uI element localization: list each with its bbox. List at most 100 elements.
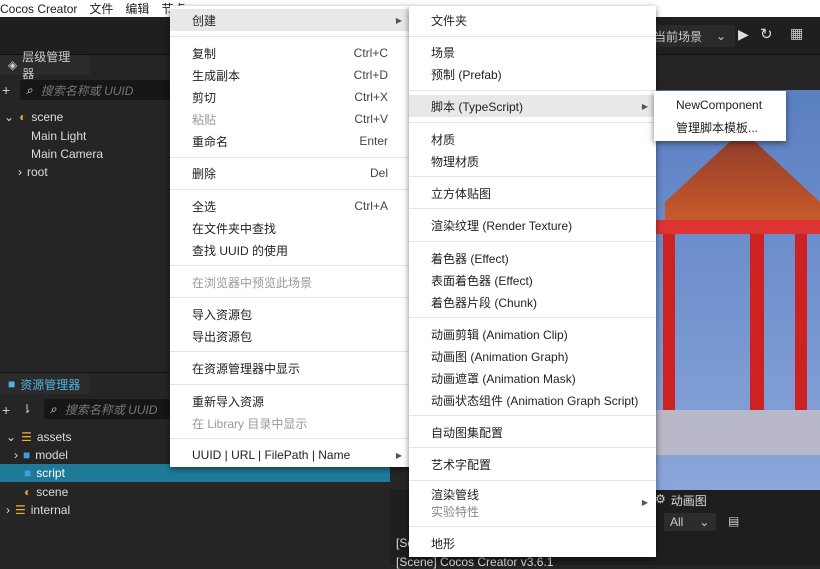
- menu-item-show-library[interactable]: 在 Library 目录中显示: [170, 412, 410, 434]
- tree-item-assets[interactable]: ⌄ ☰ assets: [6, 428, 72, 446]
- menu-file[interactable]: 文件: [89, 0, 113, 17]
- tree-label: scene: [31, 110, 64, 124]
- menu-item-surface-effect[interactable]: 表面着色器 (Effect): [409, 269, 656, 291]
- label: UUID | URL | FilePath | Name: [192, 448, 351, 462]
- layers-icon: ◈: [8, 58, 18, 72]
- tree-item-model[interactable]: › ■ model: [14, 446, 68, 464]
- app-title: Cocos Creator: [0, 1, 78, 16]
- menu-item-chunk[interactable]: 着色器片段 (Chunk): [409, 291, 656, 313]
- menu-item-find-uuid[interactable]: 查找 UUID 的使用: [170, 239, 410, 261]
- database-icon: ☰: [15, 503, 26, 517]
- refresh-icon[interactable]: ↻: [760, 25, 773, 43]
- folder-icon: ■: [8, 377, 16, 391]
- menu-item-paste[interactable]: 粘贴 Ctrl+V: [170, 108, 410, 130]
- menu-item-physics-material[interactable]: 物理材质: [409, 150, 656, 172]
- label: 重命名: [192, 134, 229, 149]
- tree-item-internal[interactable]: › ☰ internal: [6, 501, 70, 519]
- label: NewComponent: [676, 98, 763, 112]
- label: 渲染纹理 (Render Texture): [431, 218, 573, 233]
- tree-label: scene: [36, 485, 69, 499]
- menu-item-label-atlas[interactable]: 艺术字配置: [409, 453, 656, 475]
- menu-item-find-in-folder[interactable]: 在文件夹中查找: [170, 217, 410, 239]
- label: 生成副本: [192, 68, 241, 83]
- label: 全选: [192, 199, 217, 214]
- tree-item-root[interactable]: › root: [18, 163, 48, 181]
- menu-item-prefab[interactable]: 预制 (Prefab): [409, 63, 656, 85]
- shortcut: Ctrl+V: [354, 112, 388, 126]
- shortcut: Enter: [359, 134, 388, 148]
- play-icon[interactable]: ▶: [738, 26, 749, 43]
- menu-item-select-all[interactable]: 全选 Ctrl+A: [170, 195, 410, 217]
- label: 着色器片段 (Chunk): [431, 295, 538, 310]
- scene-viewport[interactable]: [655, 90, 820, 490]
- menu-item-material[interactable]: 材质: [409, 128, 656, 150]
- tree-item-scene[interactable]: ⌄ ◐ scene: [4, 108, 63, 126]
- sort-icon[interactable]: ⇂: [22, 402, 32, 416]
- label: 复制: [192, 46, 217, 61]
- tree-item-main-camera[interactable]: Main Camera: [31, 145, 103, 163]
- menu-item-cut[interactable]: 剪切 Ctrl+X: [170, 86, 410, 108]
- log-filter-select[interactable]: All ⌄: [664, 513, 716, 531]
- label: 动画图 (Animation Graph): [431, 349, 569, 364]
- menu-item-auto-atlas[interactable]: 自动图集配置: [409, 421, 656, 443]
- menu-item-import-package[interactable]: 导入资源包: [170, 303, 410, 325]
- search-icon: ⌕: [50, 401, 57, 416]
- menu-item-export-package[interactable]: 导出资源包: [170, 325, 410, 347]
- shortcut: Ctrl+D: [353, 68, 388, 82]
- scene-icon: ◐: [19, 110, 27, 124]
- tab-animation-graph[interactable]: ⚙ 动画图: [655, 492, 707, 509]
- tab-assets[interactable]: ■ 资源管理器: [0, 374, 90, 394]
- clear-log-icon[interactable]: ▤: [728, 514, 739, 528]
- menu-item-anim-mask[interactable]: 动画遮罩 (Animation Mask): [409, 367, 656, 389]
- pagoda-base: [655, 410, 820, 455]
- label: 导入资源包: [192, 307, 253, 322]
- tree-item-scene-asset[interactable]: ◐ scene: [24, 483, 68, 501]
- menu-edit[interactable]: 编辑: [125, 0, 149, 17]
- menu-item-manage-templates[interactable]: 管理脚本模板...: [654, 116, 786, 138]
- menu-item-uuid-url[interactable]: UUID | URL | FilePath | Name ▶: [170, 444, 410, 466]
- menu-item-anim-graph[interactable]: 动画图 (Animation Graph): [409, 345, 656, 367]
- label: 管理脚本模板...: [676, 120, 759, 135]
- filter-value: All: [670, 515, 684, 529]
- menu-item-preview-browser[interactable]: 在浏览器中预览此场景: [170, 271, 410, 293]
- menu-item-cubemap[interactable]: 立方体贴图: [409, 182, 656, 204]
- menu-item-render-texture[interactable]: 渲染纹理 (Render Texture): [409, 214, 656, 236]
- menu-item-script[interactable]: 脚本 (TypeScript) ▶: [409, 95, 656, 117]
- chevron-right-icon: ›: [14, 448, 18, 462]
- assets-search-input[interactable]: ⌕ 搜索名称或 UUID: [44, 399, 170, 419]
- chevron-right-icon: ›: [18, 165, 22, 179]
- pagoda-beam: [655, 220, 820, 234]
- add-asset-icon[interactable]: +: [2, 402, 10, 418]
- label: 动画遮罩 (Animation Mask): [431, 371, 576, 386]
- menu-item-duplicate[interactable]: 生成副本 Ctrl+D: [170, 64, 410, 86]
- create-submenu: 文件夹 场景 预制 (Prefab) 脚本 (TypeScript) ▶ 材质 物…: [409, 6, 656, 557]
- log-line: [Scene] Cocos Creator v3.6.1: [396, 555, 554, 569]
- menu-item-anim-graph-script[interactable]: 动画状态组件 (Animation Graph Script): [409, 389, 656, 411]
- menu-item-reimport[interactable]: 重新导入资源: [170, 390, 410, 412]
- menu-item-terrain[interactable]: 地形: [409, 532, 656, 554]
- qrcode-icon[interactable]: ▦: [790, 25, 803, 42]
- tree-item-main-light[interactable]: Main Light: [31, 127, 86, 145]
- menu-item-create[interactable]: 创建 ▶: [170, 9, 410, 31]
- menu-item-delete[interactable]: 删除 Del: [170, 162, 410, 184]
- tree-label: root: [27, 165, 48, 179]
- menu-item-rename[interactable]: 重命名 Enter: [170, 130, 410, 152]
- menu-item-folder[interactable]: 文件夹: [409, 9, 656, 31]
- pagoda-pillar: [663, 234, 675, 414]
- tree-label: Main Camera: [31, 147, 104, 161]
- tab-hierarchy[interactable]: ◈ 层级管理器: [0, 50, 90, 81]
- menu-item-scene[interactable]: 场景: [409, 41, 656, 63]
- menu-item-copy[interactable]: 复制 Ctrl+C: [170, 42, 410, 64]
- menu-item-new-component[interactable]: NewComponent: [654, 94, 786, 116]
- menu-item-anim-clip[interactable]: 动画剪辑 (Animation Clip): [409, 323, 656, 345]
- tree-item-script[interactable]: ■ script: [24, 464, 65, 482]
- add-node-icon[interactable]: +: [2, 82, 10, 98]
- shortcut: Ctrl+C: [353, 46, 388, 60]
- tree-label: Main Light: [31, 129, 87, 143]
- menu-item-show-in-explorer[interactable]: 在资源管理器中显示: [170, 357, 410, 379]
- experimental-label: 实验特性: [431, 505, 480, 519]
- menu-item-render-pipeline[interactable]: 渲染管线 实验特性 ▶: [409, 486, 656, 520]
- hierarchy-search-input[interactable]: ⌕ 搜索名称或 UUID: [20, 80, 170, 100]
- menu-item-effect[interactable]: 着色器 (Effect): [409, 247, 656, 269]
- search-placeholder: 搜索名称或 UUID: [40, 83, 134, 98]
